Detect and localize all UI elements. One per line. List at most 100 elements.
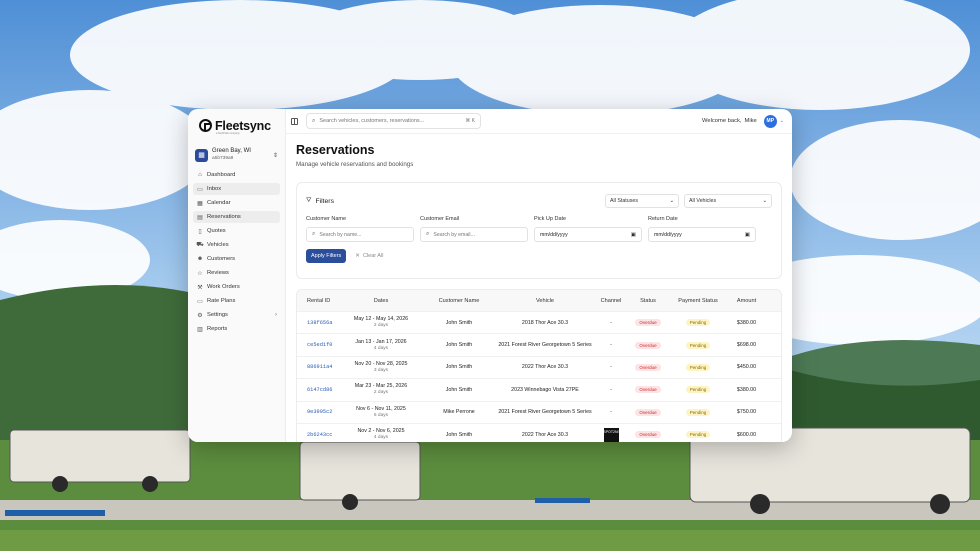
sidebar-item-dashboard[interactable]: ⌂ Dashboard	[193, 169, 280, 181]
avatar[interactable]: MP	[763, 114, 777, 128]
search-shortcut: ⌘ K	[465, 118, 475, 124]
sidebar-toggle-icon[interactable]	[291, 117, 298, 125]
dates-cell: Jan 13 - Jan 17, 2026 4 days	[342, 339, 420, 352]
amount-cell: $600.00	[736, 431, 757, 438]
status-cell: Overdue	[630, 431, 666, 439]
table-row[interactable]: 6147cd86 Mar 23 - Mar 25, 2026 2 days Joh…	[297, 378, 781, 400]
chevron-updown-icon: ⇕	[272, 152, 278, 159]
star-icon: ☆	[197, 270, 203, 277]
rental-id-link[interactable]: 9e3995c2	[297, 409, 342, 415]
table-row[interactable]: 2b6243cc Nov 2 - Nov 6, 2025 4 days John …	[297, 422, 781, 442]
sidebar-item-calendar[interactable]: ▦ Calendar	[193, 197, 280, 209]
user-name: Mike	[744, 118, 757, 124]
dates-cell: Nov 2 - Nov 6, 2025 4 days	[342, 428, 420, 441]
filters-title: Filters	[315, 197, 334, 205]
location-switcher[interactable]: ▦ Green Bay, WI a5b739a9 ⇕	[193, 146, 280, 164]
calendar-icon[interactable]: ▣	[745, 232, 750, 238]
channel-cell: -	[610, 319, 612, 326]
rental-id-link[interactable]: ce5ed1f0	[297, 342, 342, 348]
vehicle-cell: 2021 Forest River Georgetown 5 Series	[498, 342, 592, 349]
date-range: Nov 20 - Nov 28, 2025	[354, 360, 408, 367]
day-count: 5 days	[373, 412, 389, 418]
spot2nite-channel-logo: SPOT2NITE	[603, 427, 623, 442]
table-row[interactable]: 138f656a May 12 - May 14, 2026 2 days Joh…	[297, 311, 781, 333]
clear-all-button[interactable]: ✕ Clear All	[355, 253, 383, 259]
filters-header: ⛛ Filters All Statuses ⌄ All Vehicles ⌄	[306, 194, 772, 208]
sidebar-item-quotes[interactable]: ▯ Quotes	[193, 225, 280, 237]
payment-cell: Pending	[666, 408, 730, 416]
inbox-icon: ▭	[197, 186, 203, 193]
status-cell: Overdue	[630, 341, 666, 349]
search-icon: ⌕	[426, 231, 430, 237]
gear-icon: ⚙	[197, 312, 203, 319]
table-row[interactable]: 886911a4 Nov 20 - Nov 28, 2025 3 days Joh…	[297, 355, 781, 378]
status-cell: Overdue	[630, 386, 666, 394]
table-row[interactable]: 9e3995c2 Nov 6 - Nov 11, 2025 5 days Mike…	[297, 400, 781, 423]
status-cell: Overdue	[630, 408, 666, 416]
vehicle-select[interactable]: All Vehicles ⌄	[684, 194, 772, 208]
pickup-date-value: mm/dd/yyyy	[540, 231, 568, 238]
amount-cell: $750.00	[736, 409, 757, 416]
col-header-amount[interactable]: Amount	[730, 298, 763, 304]
sidebar-item-reviews[interactable]: ☆ Reviews	[193, 267, 280, 279]
dates-cell: Mar 23 - Mar 25, 2026 2 days	[342, 383, 420, 396]
col-header-vehicle[interactable]: Vehicle	[498, 298, 592, 304]
global-search-input[interactable]: ⌕ Search vehicles, customers, reservatio…	[306, 113, 481, 129]
payment-badge: Pending	[685, 386, 711, 394]
sidebar-item-settings[interactable]: ⚙ Settings ›	[193, 309, 280, 321]
main-content: ⌕ Search vehicles, customers, reservatio…	[286, 109, 792, 442]
payment-cell: Pending	[666, 363, 730, 371]
rental-id-link[interactable]: 886911a4	[297, 364, 342, 370]
date-range: Jan 13 - Jan 17, 2026	[355, 338, 407, 345]
status-badge: Overdue	[635, 341, 661, 349]
calendar-icon[interactable]: ▣	[631, 232, 636, 238]
sidebar-item-work-orders[interactable]: ⚒ Work Orders	[193, 281, 280, 293]
sidebar-item-vehicles[interactable]: ⛟ Vehicles	[193, 239, 280, 251]
sidebar-item-reports[interactable]: ▥ Reports	[193, 323, 280, 335]
status-select[interactable]: All Statuses ⌄	[605, 194, 679, 208]
customer-email-input[interactable]: ⌕ Search by email...	[420, 227, 528, 242]
building-icon: ▦	[195, 148, 208, 162]
col-header-channel[interactable]: Channel	[592, 298, 630, 304]
sidebar-item-reservations[interactable]: ▤ Reservations	[193, 211, 280, 223]
status-badge: Overdue	[635, 319, 661, 327]
sidebar-item-customers[interactable]: ☻ Customers	[193, 253, 280, 265]
wrench-icon: ⚒	[197, 284, 203, 291]
apply-filters-button[interactable]: Apply Filters	[306, 249, 347, 263]
rental-id-link[interactable]: 6147cd86	[297, 387, 342, 393]
pickup-date-input[interactable]: mm/dd/yyyy ▣	[534, 227, 642, 242]
pickup-date-field: Pick Up Date mm/dd/yyyy ▣	[534, 216, 642, 242]
col-header-customer-name[interactable]: Customer Name	[420, 298, 498, 304]
app-window: Fleetsync a NorthStar company ▦ Green Ba…	[188, 109, 792, 442]
sidebar-item-rate-plans[interactable]: ▭ Rate Plans	[193, 295, 280, 307]
col-header-payment-status[interactable]: Payment Status	[666, 298, 730, 304]
customer-name-field: Customer Name ⌕ Search by name...	[306, 216, 414, 242]
col-header-dates[interactable]: Dates	[342, 298, 420, 304]
payment-cell: Pending	[666, 341, 730, 349]
vehicle-cell: 2018 Thor Ace 30.3	[521, 319, 569, 326]
date-range: Nov 6 - Nov 11, 2025	[356, 405, 406, 412]
amount-cell: $450.00	[736, 364, 757, 371]
sidebar-item-inbox[interactable]: ▭ Inbox	[193, 183, 280, 195]
payment-badge: Pending	[685, 341, 711, 349]
clear-all-label: Clear All	[362, 253, 384, 259]
status-badge: Overdue	[635, 363, 661, 371]
table-row[interactable]: ce5ed1f0 Jan 13 - Jan 17, 2026 4 days Joh…	[297, 333, 781, 355]
col-header-status[interactable]: Status	[630, 298, 666, 304]
day-count: 4 days	[373, 345, 389, 351]
rental-id-link[interactable]: 138f656a	[297, 320, 342, 326]
col-header-rental-id[interactable]: Rental ID	[297, 298, 342, 304]
customer-name-input[interactable]: ⌕ Search by name...	[306, 227, 414, 242]
customer-email-placeholder: Search by email...	[433, 231, 475, 238]
status-select-value: All Statuses	[610, 198, 638, 204]
sidebar-item-label: Quotes	[207, 228, 226, 234]
home-icon: ⌂	[198, 172, 202, 178]
logo-text: Fleetsync	[215, 118, 271, 133]
return-date-input[interactable]: mm/dd/yyyy ▣	[648, 227, 756, 242]
sidebar-item-label: Reviews	[207, 270, 229, 276]
topbar: ⌕ Search vehicles, customers, reservatio…	[286, 109, 792, 134]
user-menu[interactable]: Welcome back, Mike MP ⌄	[702, 114, 784, 128]
customer-cell: John Smith	[445, 364, 473, 371]
return-date-label: Return Date	[648, 216, 678, 222]
rental-id-link[interactable]: 2b6243cc	[297, 432, 342, 438]
